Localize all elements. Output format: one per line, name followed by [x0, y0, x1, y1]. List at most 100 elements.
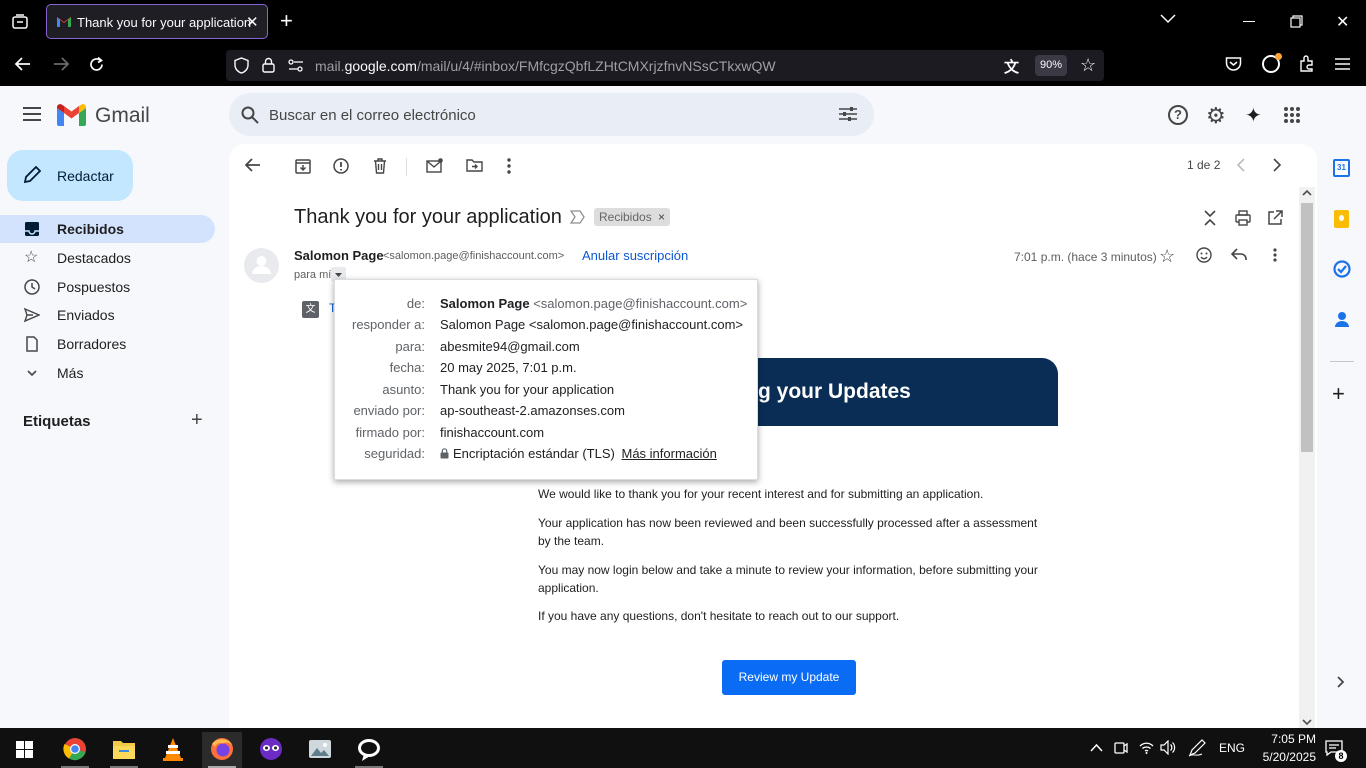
taskbar-photos[interactable]: [300, 732, 340, 768]
search-box[interactable]: Buscar en el correo electrónico: [229, 93, 874, 136]
browser-tab-active[interactable]: Thank you for your application ✕: [46, 4, 268, 39]
scroll-down-arrow-icon[interactable]: [1302, 718, 1312, 726]
sidebar-item-drafts[interactable]: Borradores: [0, 330, 215, 358]
back-to-inbox-icon[interactable]: [245, 158, 263, 176]
more-options-icon[interactable]: [507, 158, 525, 176]
unsubscribe-link[interactable]: Anular suscripción: [582, 248, 688, 263]
add-label-icon[interactable]: +: [191, 409, 203, 432]
add-reaction-icon[interactable]: [1196, 247, 1212, 263]
extensions-icon[interactable]: [1298, 55, 1315, 72]
forward-icon[interactable]: [52, 56, 70, 72]
translate-message-icon[interactable]: 文: [302, 301, 319, 318]
search-options-icon[interactable]: [839, 106, 857, 122]
taskbar-mask-app[interactable]: [251, 732, 291, 768]
taskbar-firefox[interactable]: [202, 732, 242, 768]
sidebar-item-inbox[interactable]: Recibidos: [0, 215, 215, 243]
report-spam-icon[interactable]: [333, 158, 351, 176]
scrollbar-thumb[interactable]: [1301, 203, 1313, 452]
sidebar-item-starred[interactable]: ☆ Destacados: [0, 244, 215, 272]
new-tab-icon[interactable]: +: [280, 10, 293, 32]
permissions-icon[interactable]: [288, 59, 304, 72]
clock-icon: [24, 279, 40, 295]
back-icon[interactable]: [14, 56, 32, 72]
importance-marker-icon[interactable]: [570, 210, 585, 224]
show-side-panel-icon[interactable]: [1337, 676, 1345, 688]
email-scrollbar[interactable]: [1299, 187, 1315, 728]
sender-name[interactable]: Salomon Page: [294, 248, 384, 263]
tab-close-icon[interactable]: ✕: [246, 13, 259, 31]
search-input[interactable]: Buscar en el correo electrónico: [269, 107, 476, 124]
open-new-window-icon[interactable]: [1267, 210, 1283, 226]
apps-grid-icon[interactable]: [1284, 107, 1300, 123]
taskbar-line-app[interactable]: [349, 732, 389, 768]
gemini-sparkle-icon[interactable]: ✦: [1245, 103, 1262, 128]
bookmark-star-icon[interactable]: ☆: [1080, 55, 1096, 76]
remove-label-icon[interactable]: ×: [658, 210, 665, 224]
contacts-app-icon[interactable]: [1334, 310, 1350, 328]
label-chip[interactable]: Recibidos ×: [594, 208, 671, 226]
archive-icon[interactable]: [295, 158, 313, 176]
taskbar-chrome[interactable]: [55, 732, 95, 768]
volume-icon[interactable]: [1160, 740, 1177, 755]
input-language[interactable]: ENG: [1219, 741, 1245, 755]
mark-unread-icon[interactable]: [426, 158, 444, 176]
get-addons-icon[interactable]: +: [1332, 383, 1345, 405]
taskbar-vlc[interactable]: [153, 732, 193, 768]
url-text[interactable]: mail.google.com/mail/u/4/#inbox/FMfcgzQb…: [315, 58, 776, 74]
meet-now-icon[interactable]: [1114, 740, 1128, 756]
tab-overview-icon[interactable]: [11, 13, 29, 31]
delete-icon[interactable]: [373, 158, 391, 176]
sidebar-item-more[interactable]: Más: [0, 359, 215, 387]
show-hidden-icons-icon[interactable]: [1090, 743, 1103, 752]
email-paragraph: If you have any questions, don't hesitat…: [538, 609, 900, 623]
lock-icon[interactable]: [262, 57, 275, 73]
calendar-app-icon[interactable]: 31: [1333, 159, 1350, 177]
scroll-up-arrow-icon[interactable]: [1302, 189, 1312, 197]
person-icon: [252, 256, 271, 274]
search-icon[interactable]: [241, 106, 259, 124]
move-to-icon[interactable]: [466, 158, 484, 176]
sidebar-item-label: Recibidos: [57, 221, 124, 237]
message-more-icon[interactable]: [1273, 248, 1277, 262]
next-email-icon[interactable]: [1272, 158, 1290, 176]
gmail-logo[interactable]: [57, 104, 86, 126]
folder-icon: [113, 741, 135, 759]
wifi-icon[interactable]: [1139, 741, 1154, 754]
app-menu-icon[interactable]: [1335, 58, 1350, 70]
main-menu-icon[interactable]: [23, 107, 41, 121]
clock-time[interactable]: 7:05 PM: [1264, 732, 1316, 746]
help-icon[interactable]: ?: [1168, 105, 1188, 125]
url-bar[interactable]: mail.google.com/mail/u/4/#inbox/FMfcgzQb…: [226, 50, 1104, 81]
reply-icon[interactable]: [1231, 248, 1247, 261]
detail-label: seguridad:: [364, 446, 425, 461]
prev-email-icon[interactable]: [1236, 158, 1254, 176]
taskbar-file-explorer[interactable]: [104, 732, 144, 768]
pen-workspace-icon[interactable]: [1188, 739, 1206, 757]
restore-icon[interactable]: [1290, 15, 1303, 28]
sender-avatar[interactable]: [244, 248, 279, 283]
translate-icon[interactable]: 文: [1004, 56, 1019, 77]
clock-date[interactable]: 5/20/2025: [1246, 750, 1316, 764]
reload-icon[interactable]: [88, 56, 105, 73]
tracking-shield-icon[interactable]: [234, 57, 249, 74]
keep-app-icon[interactable]: [1334, 210, 1349, 228]
star-email-icon[interactable]: ☆: [1159, 246, 1175, 267]
zoom-level-badge[interactable]: 90%: [1035, 55, 1067, 76]
settings-gear-icon[interactable]: ⚙: [1206, 103, 1226, 129]
compose-button[interactable]: Redactar: [7, 150, 133, 201]
list-all-tabs-icon[interactable]: [1160, 14, 1176, 24]
print-icon[interactable]: [1235, 210, 1251, 226]
minimize-icon[interactable]: [1243, 21, 1255, 22]
sidebar-item-snoozed[interactable]: Pospuestos: [0, 273, 215, 301]
more-info-link[interactable]: Más información: [621, 446, 716, 461]
sidebar-item-sent[interactable]: Enviados: [0, 301, 215, 329]
sidebar-item-label: Borradores: [57, 336, 127, 352]
pocket-icon[interactable]: [1225, 56, 1242, 72]
window-close-icon[interactable]: ✕: [1336, 12, 1349, 32]
review-update-button[interactable]: Review my Update: [722, 660, 856, 695]
tasks-app-icon[interactable]: [1333, 260, 1351, 278]
windows-start-icon[interactable]: [16, 741, 33, 758]
collapse-all-icon[interactable]: [1203, 209, 1217, 227]
account-icon[interactable]: [1262, 53, 1282, 73]
gmail-logo-icon: [57, 104, 86, 126]
